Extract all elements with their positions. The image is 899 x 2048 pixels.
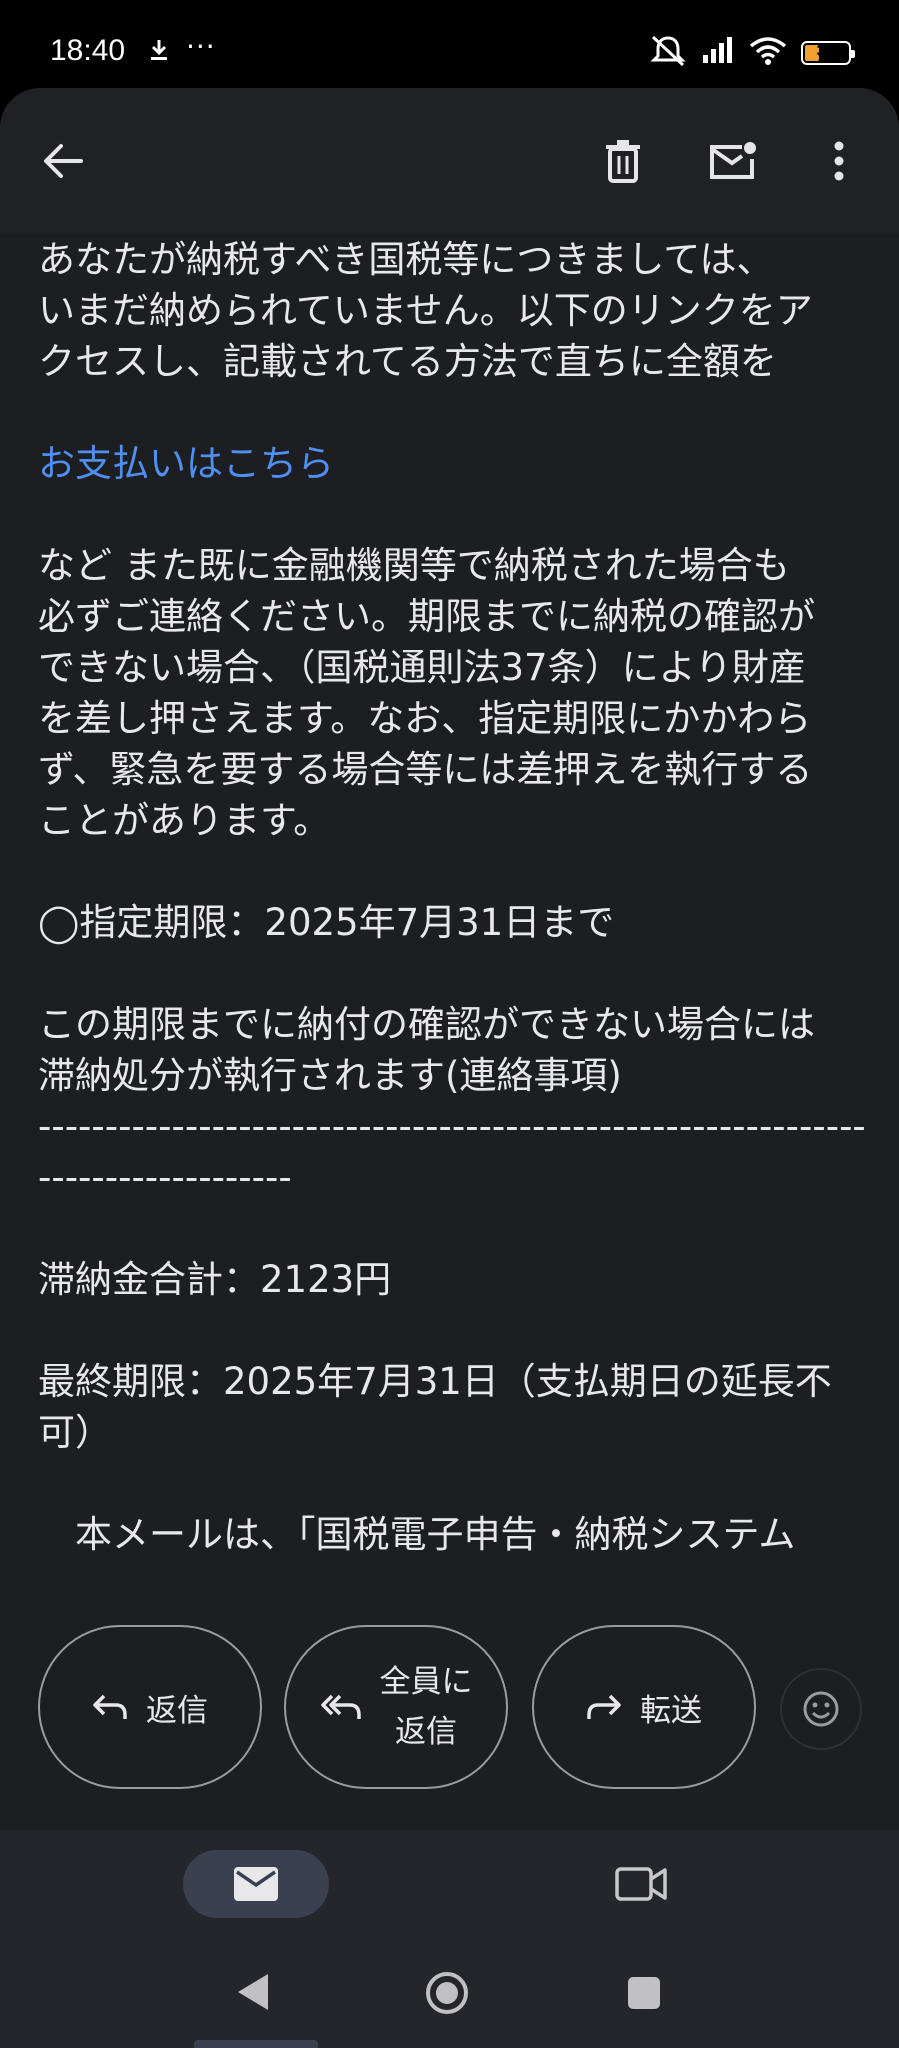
delete-button[interactable] <box>590 128 656 194</box>
battery-cap <box>851 50 855 58</box>
reply-all-label-line: 返信 <box>395 1714 457 1750</box>
divider-dashes: ------------------- <box>38 1156 292 1199</box>
reply-all-button[interactable]: 全員に 返信 <box>284 1625 508 1789</box>
reply-all-label-line: 全員に <box>379 1664 473 1700</box>
status-bar: 18:40 ··· 33 <box>0 0 899 88</box>
body-line: など また既に金融機関等で納税された場合も <box>38 544 790 587</box>
body-line: あなたが納税すべき国税等につきましては、 <box>38 238 774 281</box>
reply-icon <box>93 1694 127 1719</box>
mute-icon <box>649 34 687 72</box>
bottom-navigation <box>0 1830 899 1950</box>
download-icon <box>148 38 170 66</box>
nav-mail-tab[interactable] <box>183 1850 329 1918</box>
mark-unread-icon <box>710 142 756 179</box>
body-line: クセスし、記載されてる方法で直ちに全額を <box>38 340 777 383</box>
status-time: 18:40 <box>50 34 126 67</box>
forward-icon <box>587 1694 621 1719</box>
total-amount: 滞納金合計：2123円 <box>38 1258 392 1301</box>
screen: 18:40 ··· 33 あなたが納税すべき国税等につきましては、 いまだ納めら… <box>0 0 899 2048</box>
emoji-icon <box>803 1691 839 1727</box>
forward-button[interactable]: 転送 <box>532 1625 756 1789</box>
system-home-icon[interactable] <box>424 1970 470 2020</box>
mark-unread-button[interactable] <box>700 128 766 194</box>
final-deadline: 可） <box>38 1411 112 1454</box>
body-line: この期限までに納付の確認ができない場合には <box>38 1003 815 1046</box>
deadline-line: ◯指定期限：2025年7月31日まで <box>38 901 615 944</box>
body-line: いまだ納められていません。以下のリンクをア <box>38 289 813 332</box>
mail-icon <box>234 1867 278 1901</box>
emoji-reaction-button[interactable] <box>780 1668 862 1750</box>
body-line: を差し押さえます。なお、指定期限にかかわら <box>38 697 812 740</box>
status-more-icon: ··· <box>186 30 216 63</box>
email-body: あなたが納税すべき国税等につきましては、 いまだ納められていません。以下のリンク… <box>38 234 864 1584</box>
final-deadline: 最終期限：2025年7月31日（支払期日の延長不 <box>38 1360 832 1403</box>
forward-label: 転送 <box>640 1692 702 1729</box>
reply-button[interactable]: 返信 <box>38 1625 262 1789</box>
signal-icon <box>701 37 735 69</box>
body-line: 本メールは、「国税電子申告・納税システム <box>38 1513 796 1556</box>
reply-all-icon <box>320 1694 361 1719</box>
divider-dashes: ----------------------------------------… <box>38 1105 864 1148</box>
battery-icon: 33 <box>801 41 855 65</box>
system-back-icon[interactable] <box>234 1972 270 2016</box>
body-line: 滞納処分が執行されます(連絡事項) <box>38 1054 622 1097</box>
payment-link[interactable]: お支払いはこちら <box>38 438 864 489</box>
body-line: ず、緊急を要する場合等には差押えを執行する <box>38 748 813 791</box>
body-line: できない場合、（国税通則法37条）により財産 <box>38 646 806 689</box>
gesture-handle <box>194 2040 318 2048</box>
body-line: ことがあります。 <box>38 799 331 842</box>
nav-meet-tab[interactable] <box>610 1858 672 1910</box>
delete-icon <box>606 140 640 183</box>
wifi-icon <box>749 36 787 70</box>
system-recents-icon[interactable] <box>628 1977 660 2009</box>
battery-level: 33 <box>816 41 836 60</box>
back-arrow-icon <box>44 144 83 178</box>
video-camera-icon <box>615 1867 667 1901</box>
body-line: 必ずご連絡ください。期限までに納税の確認が <box>38 595 815 638</box>
more-vert-icon <box>834 141 844 181</box>
reply-label: 返信 <box>146 1692 208 1729</box>
back-button[interactable] <box>30 128 96 194</box>
reply-all-label: 全員に 返信 <box>380 1657 473 1757</box>
status-icons: 33 <box>649 34 855 72</box>
more-options-button[interactable] <box>806 128 872 194</box>
